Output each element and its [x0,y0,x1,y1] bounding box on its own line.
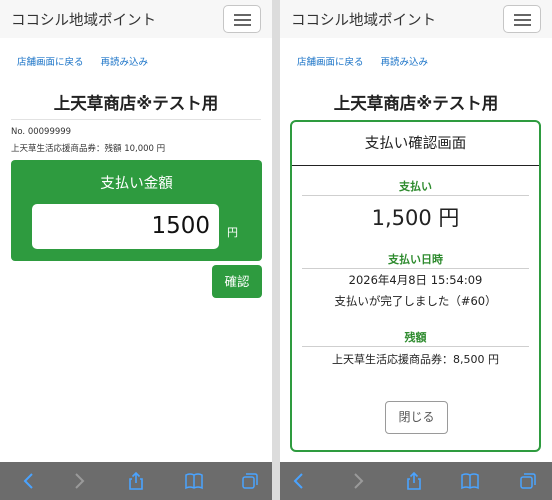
tabs-icon[interactable] [518,471,538,491]
remaining-balance-label: 残額 [302,329,529,347]
payment-amount: 1,500 円 [371,206,460,230]
bookmarks-icon[interactable] [460,471,480,491]
nav-links: 店舗画面に戻る 再読み込み [17,54,162,68]
share-icon[interactable] [126,471,146,491]
card-number: No. 00099999 [11,127,72,137]
reload-link[interactable]: 再読み込み [381,57,429,68]
menu-icon [514,14,531,16]
navbar: ココシル地域ポイント [280,0,552,38]
browser-toolbar [280,462,552,500]
store-title: 上天草商店※テスト用 [53,94,219,113]
amount-input[interactable]: 1500 [32,204,219,249]
divider [11,119,261,120]
balance-info: 上天草生活応援商品券：残額 10,000 円 [11,144,166,154]
forward-arrow-icon[interactable] [348,471,368,491]
menu-toggle-button[interactable] [503,5,541,33]
back-to-store-link[interactable]: 店舗画面に戻る [17,57,84,68]
nav-links: 店舗画面に戻る 再読み込み [297,54,442,68]
modal-title: 支払い確認画面 [292,122,539,166]
share-icon[interactable] [404,471,424,491]
yen-unit: 円 [227,226,238,239]
forward-arrow-icon[interactable] [69,471,89,491]
brand[interactable]: ココシル地域ポイント [291,9,436,30]
back-arrow-icon[interactable] [19,471,39,491]
payment-amount-panel: 支払い金額 1500 円 [11,160,262,261]
payment-label: 支払い [302,178,529,196]
payment-datetime: 2026年4月8日 15:54:09 [348,273,483,287]
menu-icon [234,14,251,16]
bookmarks-icon[interactable] [184,471,204,491]
payment-datetime-label: 支払い日時 [302,251,529,269]
payment-amount-title: 支払い金額 [100,176,173,192]
menu-toggle-button[interactable] [223,5,261,33]
back-arrow-icon[interactable] [289,471,309,491]
store-title: 上天草商店※テスト用 [333,94,499,113]
remaining-balance: 上天草生活応援商品券：8,500 円 [332,353,499,366]
browser-toolbar [0,462,272,500]
confirmation-screen: ココシル地域ポイント 店舗画面に戻る 再読み込み 上天草商店※テスト用 支払い確… [280,0,552,500]
tabs-icon[interactable] [240,471,260,491]
close-button[interactable]: 閉じる [385,401,448,434]
payment-complete-message: 支払いが完了しました（#60） [334,294,497,308]
payment-confirmation-modal: 支払い確認画面 支払い 1,500 円 支払い日時 2026年4月8日 15:5… [290,120,541,452]
confirm-button[interactable]: 確認 [212,265,262,298]
navbar: ココシル地域ポイント [0,0,272,38]
reload-link[interactable]: 再読み込み [101,57,149,68]
brand[interactable]: ココシル地域ポイント [11,9,156,30]
back-to-store-link[interactable]: 店舗画面に戻る [297,57,364,68]
payment-screen: ココシル地域ポイント 店舗画面に戻る 再読み込み 上天草商店※テスト用 No. … [0,0,272,500]
